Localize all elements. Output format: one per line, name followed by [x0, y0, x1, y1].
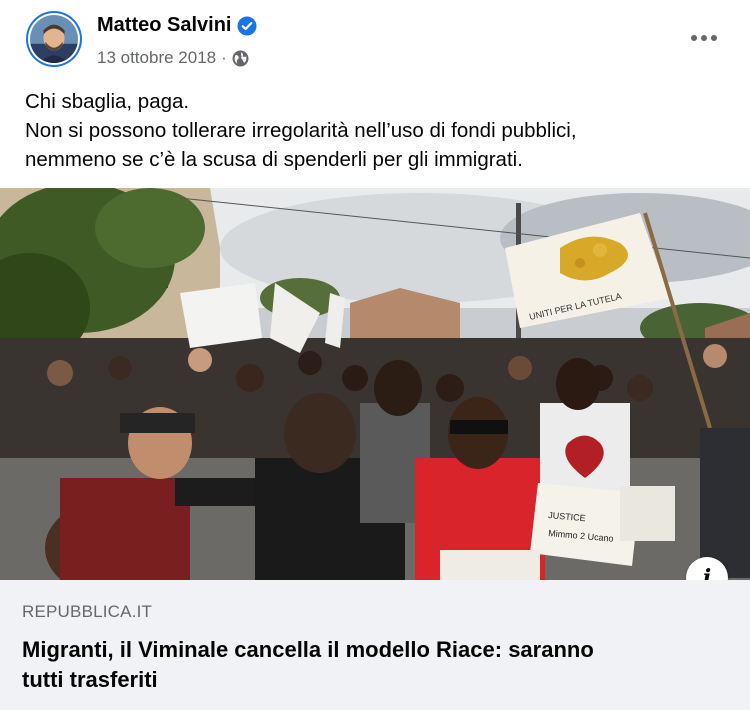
more-options-icon [691, 35, 697, 41]
post-photo[interactable]: UNITI PER LA TUTELA JUSTICE Mimmo 2 Ucan… [0, 188, 750, 580]
post-header: Matteo Salvini 13 ottobre 2018 · [0, 0, 750, 80]
meta-separator: · [221, 48, 227, 67]
post-text: Chi sbaglia, paga. Non si possono toller… [25, 87, 725, 174]
link-title[interactable]: Migranti, il Viminale cancella il modell… [22, 635, 722, 695]
post-text-line: Non si possono tollerare irregolarità ne… [25, 119, 577, 142]
link-title-line: Migranti, il Viminale cancella il modell… [22, 637, 594, 662]
author-row: Matteo Salvini [97, 14, 257, 37]
post-date[interactable]: 13 ottobre 2018 [97, 48, 216, 68]
post-text-line: Chi sbaglia, paga. [25, 90, 190, 113]
more-dot [711, 35, 717, 41]
facebook-post: Matteo Salvini 13 ottobre 2018 · Chi sba… [0, 0, 750, 710]
link-preview[interactable]: REPUBBLICA.IT Migranti, il Viminale canc… [0, 580, 750, 710]
avatar-image [28, 13, 80, 65]
more-dot [701, 35, 707, 41]
globe-icon[interactable] [232, 50, 249, 67]
avatar[interactable] [26, 11, 82, 67]
avatar-portrait [30, 15, 78, 63]
more-options-button[interactable] [686, 24, 722, 52]
post-meta: 13 ottobre 2018 · [97, 48, 249, 68]
verified-badge-icon [237, 16, 257, 35]
author-name[interactable]: Matteo Salvini [97, 14, 231, 37]
photo-illustration: UNITI PER LA TUTELA JUSTICE Mimmo 2 Ucan… [0, 188, 750, 580]
post-text-line: nemmeno se c’è la scusa di spenderli per… [25, 148, 523, 171]
link-domain: REPUBBLICA.IT [22, 602, 153, 621]
link-title-line: tutti trasferiti [22, 667, 158, 692]
